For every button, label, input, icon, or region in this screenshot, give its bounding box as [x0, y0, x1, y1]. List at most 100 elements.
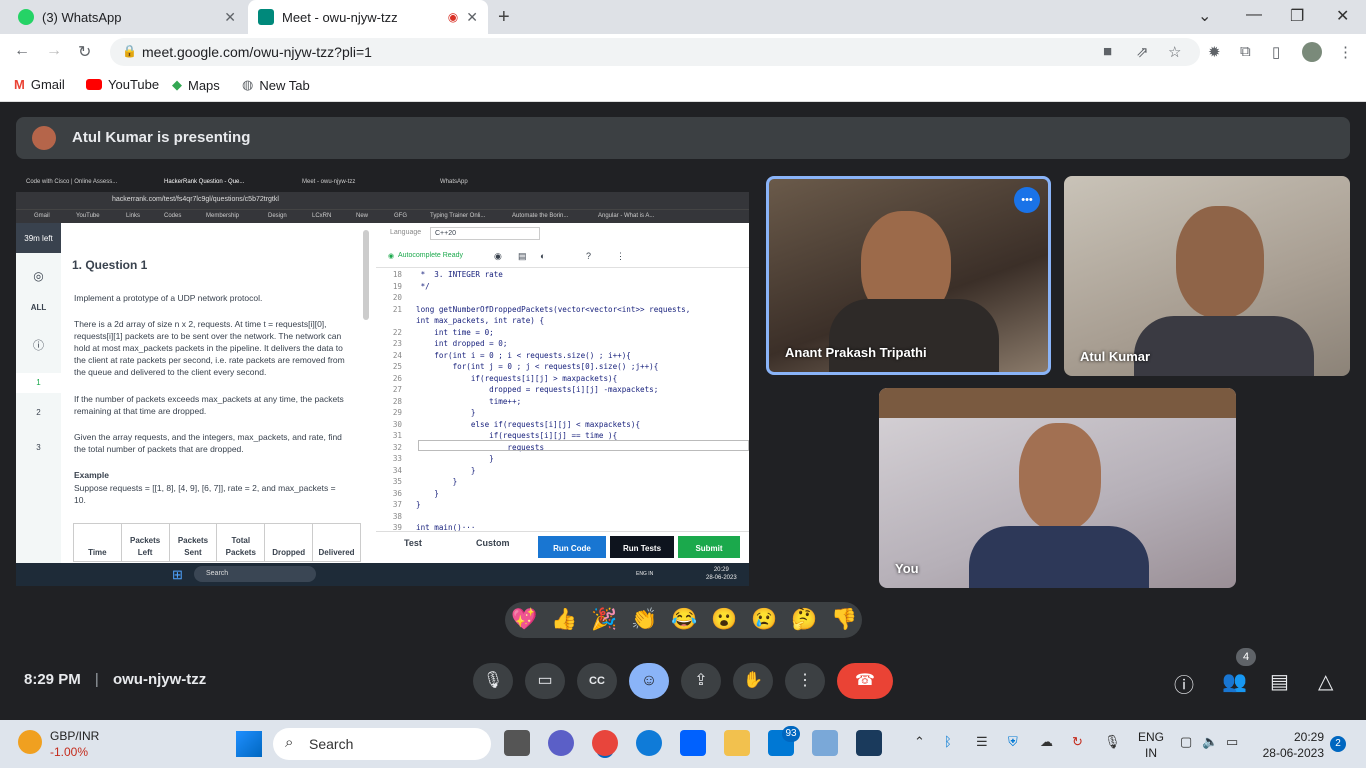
dropbox-icon[interactable] [680, 730, 706, 756]
search-icon: ⌕ [285, 734, 294, 751]
code-line: for(int j = 0 ; j < requests[0].size() ;… [416, 362, 659, 371]
participant-tile-you[interactable]: You [879, 388, 1236, 588]
taskbar-clock[interactable]: 20:29 28-06-2023 [1260, 729, 1324, 761]
camera-icon[interactable]: ■ [1103, 43, 1112, 60]
shared-bookmark: Design [268, 213, 287, 219]
extension-icon[interactable]: ✹ [1208, 43, 1221, 61]
reaction-thumbs-down[interactable]: 👎 [831, 608, 857, 632]
reaction-sparkling-heart[interactable]: 💖 [511, 608, 537, 632]
share-icon[interactable]: ⇗ [1136, 43, 1149, 61]
reactions-button[interactable]: ☺ [629, 663, 669, 699]
volume-icon[interactable]: 🔈 [1202, 734, 1218, 750]
snipping-icon[interactable] [856, 730, 882, 756]
teams-icon[interactable] [548, 730, 574, 756]
shared-clock: 20:29 28-06-2023 [706, 566, 737, 582]
language-indicator[interactable]: ENG IN [1138, 729, 1164, 761]
chrome-icon[interactable] [592, 730, 618, 756]
present-button[interactable]: ⇪ [681, 663, 721, 699]
bookmark-label: Gmail [30, 77, 65, 92]
line-number: 36 [392, 488, 402, 498]
more-options-button[interactable]: ⋮ [785, 663, 825, 699]
bookmark-newtab[interactable]: ◍ New Tab [242, 77, 310, 93]
leave-call-button[interactable]: ☎ [837, 663, 893, 699]
camera-button[interactable]: ▭ [525, 663, 565, 699]
code-line: } [416, 488, 439, 498]
code-line: } [416, 500, 421, 509]
new-tab-icon[interactable]: + [498, 6, 510, 29]
reaction-clap[interactable]: 👏 [631, 608, 657, 632]
time-left: 39m left [16, 223, 61, 253]
bookmark-label: New Tab [259, 77, 310, 93]
bookmark-star-icon[interactable]: ☆ [1168, 43, 1181, 61]
chevron-up-icon[interactable]: ⌃ [914, 734, 925, 750]
shared-bookmark: Gmail [34, 213, 50, 219]
task-view-icon[interactable] [504, 730, 530, 756]
recording-icon: ◉ [447, 10, 459, 24]
profile-avatar[interactable] [1302, 42, 1322, 62]
windows-start-icon[interactable] [236, 731, 262, 757]
notification-badge[interactable]: 2 [1330, 736, 1346, 752]
tab-whatsapp[interactable]: (3) WhatsApp ✕ [8, 0, 246, 34]
line-number: 18 [392, 270, 402, 279]
line-number: 27 [392, 385, 402, 394]
reaction-thumbs-up[interactable]: 👍 [551, 608, 577, 632]
close-icon[interactable]: ✕ [224, 9, 236, 26]
back-icon[interactable]: ← [14, 42, 30, 60]
edge-icon[interactable] [636, 730, 662, 756]
sync-icon[interactable]: ↻ [1072, 734, 1083, 750]
captions-button[interactable]: CC [577, 663, 617, 699]
forward-icon[interactable]: → [46, 42, 62, 60]
onedrive-icon[interactable]: ☁ [1040, 734, 1053, 750]
omnibox[interactable]: 🔒 meet.google.com/owu-njyw-tzz?pli=1 ■ ⇗… [110, 38, 1200, 66]
chat-icon[interactable]: ▤ [1270, 669, 1289, 694]
participant-tile-atul[interactable]: Atul Kumar [1064, 176, 1350, 376]
virtualbox-icon[interactable] [812, 730, 838, 756]
participant-name: Anant Prakash Tripathi [785, 345, 927, 360]
people-icon[interactable]: 👥 [1222, 669, 1247, 694]
participant-tile-anant[interactable]: ••• Anant Prakash Tripathi [766, 176, 1051, 375]
reaction-party[interactable]: 🎉 [591, 608, 617, 632]
sidepanel-icon[interactable]: ▯ [1272, 43, 1280, 61]
bluetooth-icon[interactable]: ᛒ [944, 734, 952, 749]
shared-screen[interactable]: Code with Cisco | Online Assess... Hacke… [16, 176, 749, 586]
nav-question-2: 2 [36, 408, 41, 417]
line-number: 33 [392, 454, 402, 463]
wifi-icon[interactable]: ▢ [1180, 734, 1192, 750]
defender-icon[interactable]: ⛨ [1008, 734, 1018, 750]
code-line: if(requests[i][j] > maxpackets){ [416, 373, 618, 383]
close-window-icon[interactable]: ✕ [1336, 6, 1349, 26]
line-number: 20 [392, 293, 402, 302]
microphone-icon[interactable]: 🎙 [1104, 734, 1121, 750]
reaction-surprised[interactable]: 😮 [711, 608, 737, 632]
network-icon[interactable]: ☰ [976, 734, 988, 750]
raise-hand-button[interactable]: ✋ [733, 663, 773, 699]
reload-icon[interactable]: ↻ [78, 42, 91, 62]
bookmark-youtube[interactable]: YouTube [86, 77, 159, 92]
meeting-details-icon[interactable]: ⓘ [1174, 669, 1194, 698]
globe-icon: ◍ [242, 77, 254, 92]
minimize-icon[interactable]: — [1246, 6, 1262, 24]
speaking-indicator-icon: ••• [1014, 187, 1040, 213]
example-table: Time Packets Left Packets Sent Total Pac… [73, 523, 361, 562]
puzzle-icon[interactable]: ⧉ [1240, 43, 1251, 60]
close-icon[interactable]: ✕ [466, 9, 478, 26]
file-explorer-icon[interactable] [724, 730, 750, 756]
activities-icon[interactable]: △ [1318, 669, 1333, 694]
reaction-sad[interactable]: 😢 [751, 608, 777, 632]
mic-button[interactable]: 🎙 [473, 663, 513, 699]
battery-icon[interactable]: ▭ [1226, 734, 1238, 750]
menu-dots-icon[interactable]: ⋮ [1338, 43, 1353, 61]
maximize-icon[interactable]: ❐ [1290, 6, 1304, 26]
reaction-joy[interactable]: 😂 [671, 608, 697, 632]
widget-value: -1.00% [50, 745, 89, 759]
shared-bookmark: Codes [164, 213, 182, 219]
run-code-button: Run Code [538, 536, 606, 558]
tab-search-icon[interactable]: ⌄ [1198, 6, 1211, 26]
widget-title[interactable]: GBP/INR [50, 729, 99, 743]
bookmark-maps[interactable]: ◆ Maps [172, 77, 220, 93]
reaction-thinking[interactable]: 🤔 [791, 608, 817, 632]
taskbar-search[interactable]: ⌕ Search [273, 728, 491, 760]
code-line: int max_packets, int rate) { [416, 316, 545, 325]
bookmark-gmail[interactable]: M Gmail [14, 77, 65, 92]
tab-meet[interactable]: Meet - owu-njyw-tzz ◉ ✕ [248, 0, 488, 34]
